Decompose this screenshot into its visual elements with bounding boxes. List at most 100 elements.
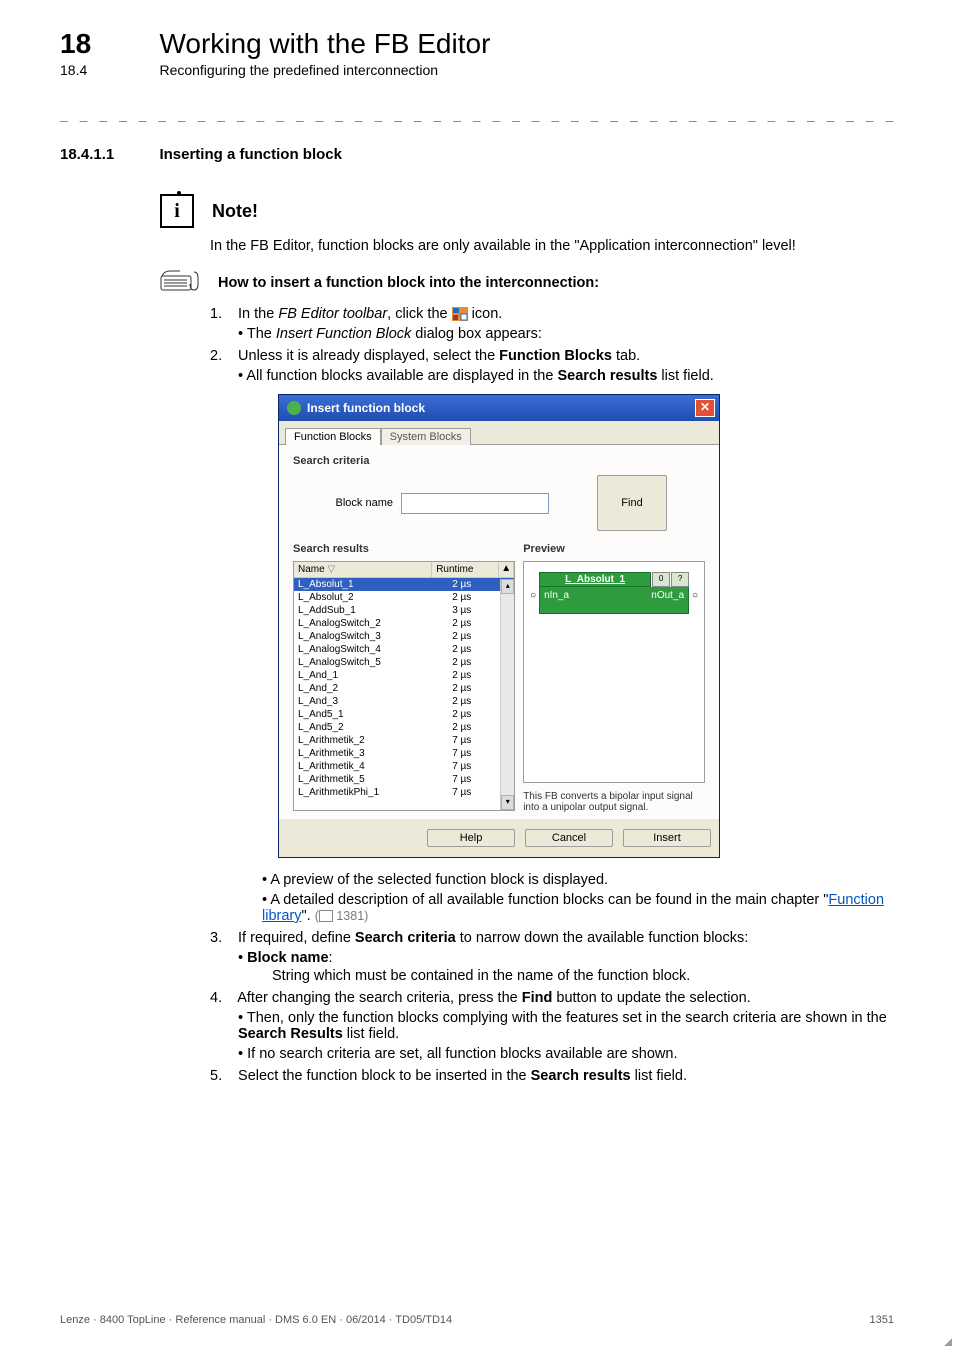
page-reference: ( 1381) (315, 909, 369, 923)
insert-button[interactable]: Insert (623, 829, 711, 847)
tab-function-blocks[interactable]: Function Blocks (285, 428, 381, 445)
step-2-sub: All function blocks available are displa… (238, 368, 894, 384)
scroll-down-icon[interactable]: ▾ (501, 795, 514, 810)
bullet-preview: A preview of the selected function block… (262, 872, 894, 888)
fb-badge-index: 0 (652, 572, 670, 587)
step-1-sub: The Insert Function Block dialog box app… (238, 326, 894, 342)
search-criteria-label: Search criteria (293, 455, 705, 467)
section-number: 18.4 (60, 62, 155, 78)
howto-text: How to insert a function block into the … (218, 275, 599, 291)
subsection-heading: 18.4.1.1 Inserting a function block (60, 146, 894, 164)
page-number: 1351 (870, 1314, 894, 1326)
cell-name: L_And5_2 (294, 721, 448, 734)
table-row[interactable]: L_AnalogSwitch_22 µs (294, 617, 514, 630)
search-results-label: Search results (293, 543, 515, 555)
step-text: Select the function block to be inserted… (238, 1068, 687, 1084)
block-name-label: Block name (293, 497, 393, 509)
dialog-titlebar: Insert function block ✕ (279, 395, 719, 421)
results-table: Name ▽ Runtime ▲ L_Absolut_12 µsL_Absolu… (293, 561, 515, 811)
page-header: 18 Working with the FB Editor 18.4 Recon… (60, 28, 894, 80)
step-number: 5. (210, 1068, 234, 1084)
table-row[interactable]: L_AnalogSwitch_52 µs (294, 656, 514, 669)
cell-name: L_And5_1 (294, 708, 448, 721)
step-3-sub-detail: String which must be contained in the na… (272, 968, 894, 984)
step-5: 5. Select the function block to be inser… (210, 1068, 894, 1084)
table-row[interactable]: L_Arithmetik_27 µs (294, 734, 514, 747)
fb-badge-help: ? (671, 572, 689, 587)
table-row[interactable]: L_Arithmetik_47 µs (294, 760, 514, 773)
scrollbar[interactable]: ▴ ▾ (500, 579, 514, 810)
subsection-title: Inserting a function block (159, 146, 342, 163)
cell-name: L_Arithmetik_4 (294, 760, 448, 773)
table-row[interactable]: L_Arithmetik_57 µs (294, 773, 514, 786)
step-3: 3. If required, define Search criteria t… (210, 930, 894, 984)
scroll-up-icon[interactable]: ▴ (501, 579, 514, 594)
table-row[interactable]: L_ArithmetikPhi_17 µs (294, 786, 514, 799)
table-row[interactable]: L_And_12 µs (294, 669, 514, 682)
keyboard-mouse-icon (160, 270, 206, 296)
tab-system-blocks[interactable]: System Blocks (381, 428, 471, 445)
step-4-sub-2: If no search criteria are set, all funct… (238, 1046, 894, 1062)
cell-name: L_Absolut_2 (294, 591, 448, 604)
sort-indicator-icon[interactable]: ▲ (499, 562, 514, 577)
step-4-sub-1: Then, only the function blocks complying… (238, 1010, 894, 1042)
cell-name: L_ArithmetikPhi_1 (294, 786, 448, 799)
table-row[interactable]: L_AddSub_13 µs (294, 604, 514, 617)
cell-name: L_AnalogSwitch_5 (294, 656, 448, 669)
find-button[interactable]: Find (597, 475, 667, 531)
preview-label: Preview (523, 543, 705, 555)
column-name[interactable]: Name ▽ (294, 562, 432, 577)
chapter-number: 18 (60, 28, 155, 60)
close-icon[interactable]: ✕ (695, 399, 715, 417)
note-title: Note! (212, 201, 258, 222)
preview-box: L_Absolut_1 0 ? nIn_a nOut_a (523, 561, 705, 783)
step-text: In the FB Editor toolbar, click the icon… (238, 306, 502, 322)
help-button[interactable]: Help (427, 829, 515, 847)
table-row[interactable]: L_And5_22 µs (294, 721, 514, 734)
step-number: 4. (210, 990, 234, 1006)
step-number: 1. (210, 306, 234, 322)
table-row[interactable]: L_And_32 µs (294, 695, 514, 708)
subsection-number: 18.4.1.1 (60, 146, 155, 163)
howto-heading: How to insert a function block into the … (160, 270, 894, 296)
step-2: 2. Unless it is already displayed, selec… (210, 348, 894, 384)
cancel-button[interactable]: Cancel (525, 829, 613, 847)
column-runtime[interactable]: Runtime (432, 562, 499, 577)
cell-name: L_And_2 (294, 682, 448, 695)
divider: _ _ _ _ _ _ _ _ _ _ _ _ _ _ _ _ _ _ _ _ … (60, 108, 894, 122)
step-3-sub: Block name: String which must be contain… (238, 950, 894, 984)
fb-name: L_Absolut_1 (539, 572, 651, 587)
step-number: 2. (210, 348, 234, 364)
dialog-screenshot: Insert function block ✕ Function BlocksS… (278, 394, 894, 858)
step-1: 1. In the FB Editor toolbar, click the i… (210, 306, 894, 342)
fb-output-port: nOut_a (651, 590, 684, 601)
step-text: Unless it is already displayed, select t… (238, 348, 640, 364)
step-number: 3. (210, 930, 234, 946)
step-list: 1. In the FB Editor toolbar, click the i… (210, 306, 894, 384)
step-text: After changing the search criteria, pres… (237, 990, 750, 1006)
cell-name: L_AnalogSwitch_3 (294, 630, 448, 643)
cell-name: L_AnalogSwitch_2 (294, 617, 448, 630)
cell-name: L_AddSub_1 (294, 604, 448, 617)
note-box: i Note! In the FB Editor, function block… (160, 194, 894, 254)
table-row[interactable]: L_Absolut_12 µs (294, 578, 514, 591)
book-icon (319, 910, 333, 922)
table-row[interactable]: L_And_22 µs (294, 682, 514, 695)
insert-fb-toolbar-icon (452, 307, 468, 321)
table-row[interactable]: L_And5_12 µs (294, 708, 514, 721)
chapter-title: Working with the FB Editor (159, 28, 490, 60)
cell-name: L_And_1 (294, 669, 448, 682)
block-name-input[interactable] (401, 493, 549, 514)
table-row[interactable]: L_AnalogSwitch_32 µs (294, 630, 514, 643)
cell-name: L_AnalogSwitch_4 (294, 643, 448, 656)
table-row[interactable]: L_AnalogSwitch_42 µs (294, 643, 514, 656)
resize-grip-icon[interactable] (942, 1336, 952, 1346)
table-row[interactable]: L_Absolut_22 µs (294, 591, 514, 604)
fb-input-port: nIn_a (544, 590, 569, 601)
step-text: If required, define Search criteria to n… (238, 930, 748, 946)
dialog-title: Insert function block (307, 401, 425, 415)
table-row[interactable]: L_Arithmetik_37 µs (294, 747, 514, 760)
tab-bar: Function BlocksSystem Blocks (279, 421, 719, 444)
step-4: 4. After changing the search criteria, p… (210, 990, 894, 1062)
bullet-library-link: A detailed description of all available … (262, 892, 894, 924)
